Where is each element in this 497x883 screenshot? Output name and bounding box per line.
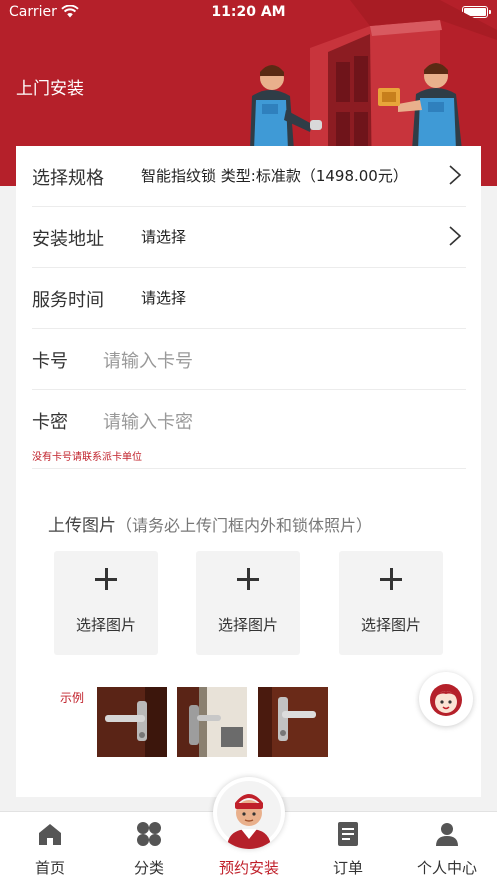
order-icon [338, 822, 358, 846]
card-hint: 没有卡号请联系派卡单位 [32, 452, 142, 463]
tab-label: 分类 [133, 859, 164, 877]
booking-form: 选择规格 智能指纹锁 类型:标准款（1498.00元） 安装地址 请选择 服务时… [16, 146, 481, 797]
card-password-label: 卡密 [32, 412, 68, 433]
card-password-input[interactable] [103, 408, 443, 436]
spec-label: 选择规格 [32, 168, 104, 189]
address-row[interactable]: 安装地址 请选择 [32, 207, 466, 268]
spec-value: 智能指纹锁 类型:标准款（1498.00元） [141, 167, 408, 185]
tab-label: 个人中心 [416, 859, 477, 877]
booking-center-button[interactable] [213, 777, 285, 849]
plus-icon [237, 568, 259, 590]
upload-slot-2[interactable]: 选择图片 [196, 551, 300, 655]
service-time-row[interactable]: 服务时间 请选择 [32, 268, 466, 329]
plus-icon [380, 568, 402, 590]
upload-title-text: 上传图片 [48, 516, 116, 536]
upload-subtitle: （请务必上传门框内外和锁体照片） [116, 516, 373, 535]
upload-slot-3[interactable]: 选择图片 [339, 551, 443, 655]
spec-row[interactable]: 选择规格 智能指纹锁 类型:标准款（1498.00元） [32, 146, 466, 207]
tab-label: 预约安装 [218, 859, 279, 877]
upload-slot-label: 选择图片 [360, 616, 421, 634]
example-label: 示例 [60, 691, 85, 705]
tab-home[interactable]: 首页 [0, 812, 100, 883]
card-number-row: 卡号 [32, 329, 466, 390]
plus-icon [95, 568, 117, 590]
example-photo-1 [97, 687, 167, 757]
tab-profile[interactable]: 个人中心 [397, 812, 497, 883]
chevron-right-icon [449, 226, 462, 246]
page-title: 上门安装 [16, 79, 84, 99]
customer-service-avatar-icon [430, 684, 462, 716]
tab-orders[interactable]: 订单 [298, 812, 398, 883]
address-value: 请选择 [141, 228, 187, 246]
home-icon [39, 824, 61, 845]
customer-service-button[interactable] [419, 672, 473, 726]
profile-icon [436, 823, 458, 846]
upload-slot-label: 选择图片 [217, 616, 278, 634]
example-photo-2 [177, 687, 247, 757]
tab-category[interactable]: 分类 [99, 812, 199, 883]
card-number-label: 卡号 [32, 351, 68, 372]
upload-slot-label: 选择图片 [75, 616, 136, 634]
category-icon [137, 822, 161, 846]
service-time-label: 服务时间 [32, 290, 104, 311]
upload-title: 上传图片（请务必上传门框内外和锁体照片） [48, 511, 372, 536]
card-number-input[interactable] [103, 347, 443, 375]
chevron-right-icon [449, 165, 462, 185]
technician-avatar-icon [217, 781, 281, 849]
example-photo-3 [258, 687, 328, 757]
upload-slot-1[interactable]: 选择图片 [54, 551, 158, 655]
tab-label: 首页 [34, 859, 65, 877]
address-label: 安装地址 [32, 229, 104, 250]
service-time-value: 请选择 [141, 289, 187, 307]
tab-label: 订单 [332, 859, 363, 877]
